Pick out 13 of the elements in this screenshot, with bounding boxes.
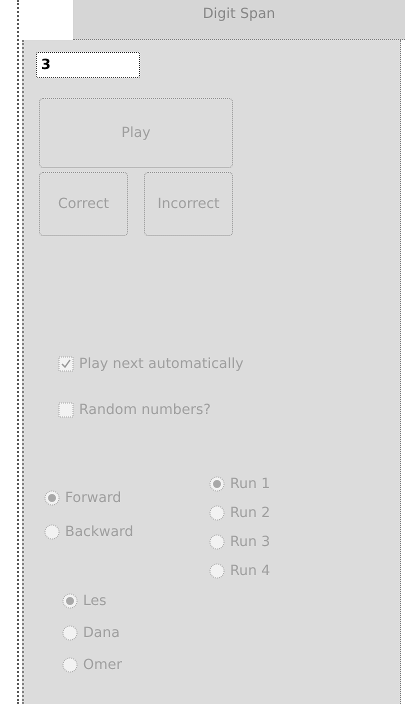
input-field[interactable]: 3 xyxy=(36,52,140,78)
radio-label: Omer xyxy=(83,657,122,673)
radio-label: Dana xyxy=(83,625,120,641)
radio-label: Run 4 xyxy=(230,563,270,579)
radio-label: Run 3 xyxy=(230,534,270,550)
radio-label: Forward xyxy=(65,490,122,506)
radio-label: Backward xyxy=(65,524,134,540)
tab[interactable]: Digit Span xyxy=(73,0,405,40)
radio-label: Run 2 xyxy=(230,505,270,521)
radio-label: Run 1 xyxy=(230,476,270,492)
radio-label: Les xyxy=(83,593,106,609)
checkbox-label: Random numbers? xyxy=(79,402,211,418)
checkbox-label: Play next automatically xyxy=(79,356,244,372)
